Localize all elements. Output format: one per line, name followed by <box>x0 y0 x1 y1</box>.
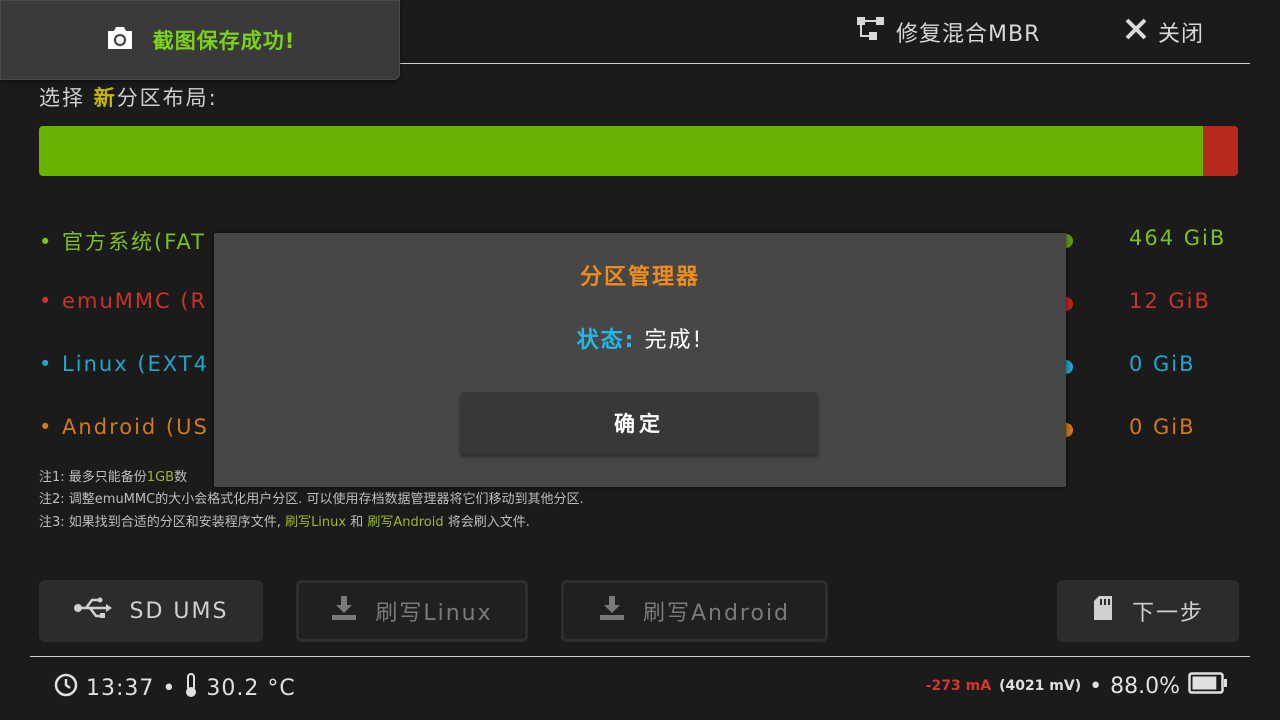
screenshot-toast: 截图保存成功! <box>0 0 400 80</box>
status-left: 13:37 • 30.2 °C <box>54 672 296 704</box>
layout-title: 选择 新分区布局: <box>39 82 218 112</box>
download-icon <box>331 595 357 627</box>
status-right: -273 mA (4021 mV) • 88.0% <box>926 672 1228 700</box>
thermometer-icon <box>184 672 198 704</box>
note-1-suffix: 数 <box>174 470 188 485</box>
flash-android-button[interactable]: 刷写Android <box>561 580 828 642</box>
next-step-button[interactable]: 下一步 <box>1057 580 1239 642</box>
battery-icon <box>1188 672 1228 700</box>
usb-icon <box>73 597 112 625</box>
partition-name: • emuMMC (R <box>39 289 208 313</box>
sd-ums-label: SD UMS <box>129 598 229 624</box>
flash-linux-label: 刷写Linux <box>375 601 493 626</box>
dialog-status: 状态: 完成! <box>214 322 1066 354</box>
partition-size: 12 GiB <box>1129 289 1211 313</box>
note-3-highlight-linux: 刷写Linux <box>285 515 347 530</box>
close-icon <box>1124 17 1148 47</box>
layout-title-accent: 新 <box>93 86 117 110</box>
partition-size: 0 GiB <box>1129 352 1196 376</box>
partition-manager-dialog: 分区管理器 状态: 完成! 确定 <box>214 233 1066 487</box>
partition-size: 464 GiB <box>1129 226 1227 250</box>
note-3-mid: 和 <box>346 515 368 530</box>
note-3-suffix: 将会刷入文件. <box>443 515 530 530</box>
battery-current: -273 mA <box>925 678 992 694</box>
close-button[interactable]: 关闭 <box>1124 16 1204 48</box>
temperature: 30.2 °C <box>206 675 296 701</box>
battery-voltage: (4021 mV) <box>999 678 1082 694</box>
close-label: 关闭 <box>1158 22 1205 47</box>
partition-name: • 官方系统(FAT <box>39 230 206 254</box>
camera-icon <box>105 25 135 55</box>
note-2: 注2: 调整emuMMC的大小会格式化用户分区. 可以使用存档数据管理器将它们移… <box>39 492 584 507</box>
ok-button[interactable]: 确定 <box>460 392 818 454</box>
note-1-highlight: 1GB <box>146 470 175 485</box>
partition-bar-segment-emummc <box>1203 126 1238 176</box>
toast-message: 截图保存成功! <box>152 29 296 53</box>
next-step-label: 下一步 <box>1131 601 1204 626</box>
fix-hybrid-mbr-label: 修复混合MBR <box>896 22 1041 47</box>
layout-title-suffix: 分区布局: <box>116 86 218 110</box>
dialog-title: 分区管理器 <box>579 265 700 290</box>
note-3-highlight-android: 刷写Android <box>367 515 444 530</box>
clock-time: 13:37 <box>86 675 155 701</box>
partition-name: • Android (US <box>39 415 209 439</box>
flash-android-label: 刷写Android <box>642 601 791 626</box>
flash-linux-button[interactable]: 刷写Linux <box>296 580 528 642</box>
fix-hybrid-mbr-button[interactable]: 修复混合MBR <box>856 16 1040 48</box>
layout-title-prefix: 选择 <box>39 86 94 110</box>
note-1-prefix: 注1: 最多只能备份 <box>39 470 147 485</box>
battery-percent: 88.0% <box>1110 673 1180 699</box>
note-3: 注3: 如果找到合适的分区和安装程序文件, 刷写Linux 和 刷写Androi… <box>39 511 530 530</box>
partition-bar[interactable] <box>39 126 1238 176</box>
sd-ums-button[interactable]: SD UMS <box>39 580 263 642</box>
partition-name: • Linux (EXT4 <box>39 352 209 376</box>
hybrid-mbr-icon <box>856 16 886 48</box>
note-1: 注1: 最多只能备份1GB数 <box>39 466 187 485</box>
separator-dot: • <box>1089 673 1103 699</box>
footer-divider <box>30 656 1250 657</box>
status-label: 状态: <box>576 328 636 353</box>
separator-dot: • <box>162 675 177 701</box>
partition-bar-segment-fat32 <box>39 126 1204 176</box>
status-value: 完成! <box>635 328 704 353</box>
sd-card-icon <box>1092 595 1114 627</box>
clock-icon <box>54 673 78 703</box>
download-icon <box>599 595 625 627</box>
partition-size: 0 GiB <box>1129 415 1196 439</box>
note-3-prefix: 注3: 如果找到合适的分区和安装程序文件, <box>39 515 286 530</box>
